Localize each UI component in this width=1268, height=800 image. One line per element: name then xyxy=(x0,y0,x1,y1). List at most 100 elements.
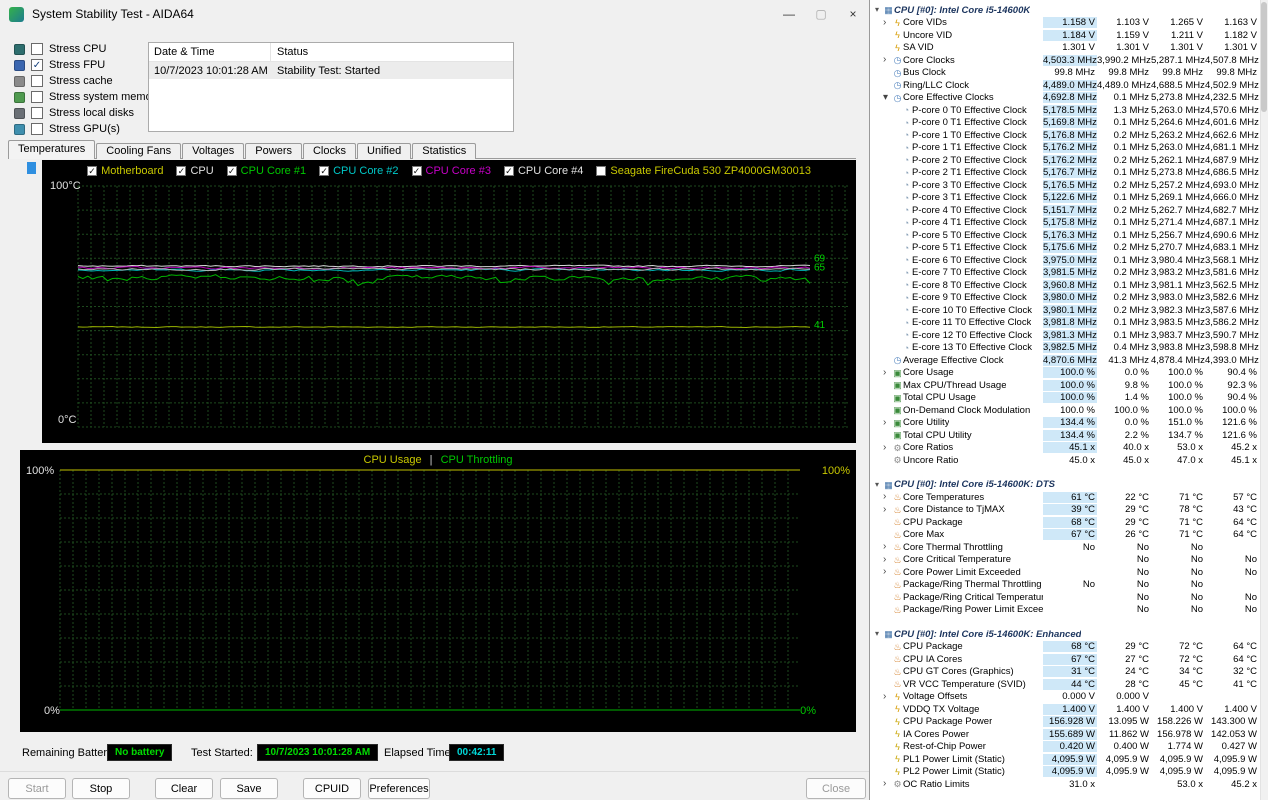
sensor-row[interactable]: ›ϟCore VIDs1.158 V1.103 V1.265 V1.163 V xyxy=(871,17,1268,30)
sensor-row[interactable]: ϟSA VID1.301 V1.301 V1.301 V1.301 V xyxy=(871,42,1268,55)
sensor-row[interactable]: ›♨Core Critical TemperatureNoNoNo xyxy=(871,554,1268,567)
expand-chevron-icon[interactable]: › xyxy=(883,443,892,453)
expand-chevron-icon[interactable]: › xyxy=(883,18,892,28)
tab-voltages[interactable]: Voltages xyxy=(182,143,244,159)
sensor-row[interactable]: ◔E-core 7 T0 Effective Clock3,981.5 MHz0… xyxy=(871,267,1268,280)
sensor-row[interactable]: ◷Ring/LLC Clock4,489.0 MHz4,489.0 MHz4,6… xyxy=(871,79,1268,92)
stress-checkbox[interactable] xyxy=(31,43,43,55)
sensor-row[interactable]: ◔E-core 12 T0 Effective Clock3,981.3 MHz… xyxy=(871,329,1268,342)
maximize-icon[interactable]: ▢ xyxy=(805,2,837,26)
sensor-row[interactable]: ◔P-core 3 T1 Effective Clock5,122.6 MHz0… xyxy=(871,192,1268,205)
legend-checkbox[interactable]: ✓ xyxy=(319,166,329,176)
sensor-row[interactable]: ◔P-core 0 T1 Effective Clock5,169.8 MHz0… xyxy=(871,117,1268,130)
sensor-row[interactable]: ◔P-core 4 T0 Effective Clock5,151.7 MHz0… xyxy=(871,204,1268,217)
expand-chevron-icon[interactable]: › xyxy=(883,418,892,428)
expand-chevron-icon[interactable]: › xyxy=(883,542,892,552)
stress-checkbox[interactable]: ✓ xyxy=(31,59,43,71)
legend-checkbox[interactable] xyxy=(596,166,606,176)
expand-chevron-icon[interactable]: › xyxy=(883,555,892,565)
expand-chevron-icon[interactable]: › xyxy=(883,567,892,577)
sensor-row[interactable]: ›♨Core Thermal ThrottlingNoNoNo xyxy=(871,541,1268,554)
expand-chevron-icon[interactable]: › xyxy=(883,55,892,65)
sensor-row[interactable]: ♨Package/Ring Critical TemperatureNoNoNo xyxy=(871,591,1268,604)
sensor-row[interactable]: ›▣Core Utility134.4 %0.0 %151.0 %121.6 % xyxy=(871,417,1268,430)
sensor-row[interactable]: ◔E-core 6 T0 Effective Clock3,975.0 MHz0… xyxy=(871,254,1268,267)
sensor-row[interactable]: ⚙Uncore Ratio45.0 x45.0 x47.0 x45.1 x xyxy=(871,454,1268,467)
sensor-row[interactable]: ▣Total CPU Utility134.4 %2.2 %134.7 %121… xyxy=(871,429,1268,442)
legend-checkbox[interactable]: ✓ xyxy=(412,166,422,176)
expand-chevron-icon[interactable]: › xyxy=(883,492,892,502)
sensor-row[interactable]: ϟIA Cores Power155.689 W11.862 W156.978 … xyxy=(871,728,1268,741)
close-button[interactable]: Close xyxy=(806,778,866,799)
stress-checkbox[interactable] xyxy=(31,91,43,103)
expand-chevron-icon[interactable]: › xyxy=(883,368,892,378)
stress-checkbox[interactable] xyxy=(31,123,43,135)
tab-clocks[interactable]: Clocks xyxy=(303,143,356,159)
sensor-row[interactable]: ♨CPU IA Cores67 °C27 °C72 °C64 °C xyxy=(871,653,1268,666)
sensor-row[interactable]: ϟVDDQ TX Voltage1.400 V1.400 V1.400 V1.4… xyxy=(871,703,1268,716)
start-button[interactable]: Start xyxy=(8,778,66,799)
sensor-row[interactable]: ϟRest-of-Chip Power0.420 W0.400 W1.774 W… xyxy=(871,741,1268,754)
sensor-row[interactable]: ◔P-core 5 T1 Effective Clock5,175.6 MHz0… xyxy=(871,242,1268,255)
group-chevron-icon[interactable]: ▾ xyxy=(871,628,883,640)
sensor-row[interactable]: ◔E-core 11 T0 Effective Clock3,981.8 MHz… xyxy=(871,317,1268,330)
sensor-row[interactable]: ♨CPU Package68 °C29 °C71 °C64 °C xyxy=(871,516,1268,529)
sensor-row[interactable]: ◔E-core 8 T0 Effective Clock3,960.8 MHz0… xyxy=(871,279,1268,292)
stop-button[interactable]: Stop xyxy=(72,778,130,799)
sensor-row[interactable]: ▣Max CPU/Thread Usage100.0 %9.8 %100.0 %… xyxy=(871,379,1268,392)
stress-option-stress-cache[interactable]: Stress cache xyxy=(14,73,161,89)
sensor-row[interactable]: ◔P-core 0 T0 Effective Clock5,178.5 MHz1… xyxy=(871,104,1268,117)
tab-unified[interactable]: Unified xyxy=(357,143,411,159)
legend-checkbox[interactable]: ✓ xyxy=(227,166,237,176)
expand-chevron-icon[interactable]: › xyxy=(883,692,892,702)
sensor-row[interactable]: ◔P-core 1 T1 Effective Clock5,176.2 MHz0… xyxy=(871,142,1268,155)
stress-option-stress-cpu[interactable]: Stress CPU xyxy=(14,41,161,57)
legend-checkbox[interactable]: ✓ xyxy=(504,166,514,176)
sensor-row[interactable]: ›♨Core Temperatures61 °C22 °C71 °C57 °C xyxy=(871,491,1268,504)
sensor-row[interactable]: ›◷Core Clocks4,503.3 MHz3,990.2 MHz5,287… xyxy=(871,54,1268,67)
expand-chevron-icon[interactable]: › xyxy=(883,779,892,789)
sensor-row[interactable]: ϟPL1 Power Limit (Static)4,095.9 W4,095.… xyxy=(871,753,1268,766)
sensor-row[interactable]: ▾◷Core Effective Clocks4,692.8 MHz0.1 MH… xyxy=(871,92,1268,105)
sensor-row[interactable]: ϟPL2 Power Limit (Static)4,095.9 W4,095.… xyxy=(871,766,1268,779)
sensor-row[interactable]: ▣Total CPU Usage100.0 %1.4 %100.0 %90.4 … xyxy=(871,392,1268,405)
sensor-row[interactable]: ♨VR VCC Temperature (SVID)44 °C28 °C45 °… xyxy=(871,678,1268,691)
sensor-row[interactable]: ◔P-core 4 T1 Effective Clock5,175.8 MHz0… xyxy=(871,217,1268,230)
sensor-row[interactable]: ◔E-core 10 T0 Effective Clock3,980.1 MHz… xyxy=(871,304,1268,317)
sensor-row[interactable]: ♨Package/Ring Power Limit ExceededNoNoNo xyxy=(871,604,1268,617)
sensor-row[interactable]: ◔E-core 13 T0 Effective Clock3,982.5 MHz… xyxy=(871,342,1268,355)
sensor-group-header[interactable]: ▾▦CPU [#0]: Intel Core i5-14600K: DTS xyxy=(871,479,1268,492)
sensor-row[interactable]: ›♨Core Distance to TjMAX39 °C29 °C78 °C4… xyxy=(871,504,1268,517)
sensor-scrollbar[interactable] xyxy=(1260,0,1268,800)
sensor-row[interactable]: ♨Package/Ring Thermal ThrottlingNoNoNo xyxy=(871,579,1268,592)
sensor-row[interactable]: ›▣Core Usage100.0 %0.0 %100.0 %90.4 % xyxy=(871,367,1268,380)
group-chevron-icon[interactable]: ▾ xyxy=(871,4,883,16)
tab-temperatures[interactable]: Temperatures xyxy=(8,140,95,159)
sensor-row[interactable]: ›ϟVoltage Offsets0.000 V0.000 V xyxy=(871,691,1268,704)
tab-powers[interactable]: Powers xyxy=(245,143,302,159)
sensor-row[interactable]: ◷Bus Clock99.8 MHz99.8 MHz99.8 MHz99.8 M… xyxy=(871,67,1268,80)
tab-statistics[interactable]: Statistics xyxy=(412,143,476,159)
sensor-group-header[interactable]: ▾▦CPU [#0]: Intel Core i5-14600K xyxy=(871,4,1268,17)
expand-chevron-icon[interactable]: ▾ xyxy=(883,93,892,103)
sensor-row[interactable]: ›⚙Core Ratios45.1 x40.0 x53.0 x45.2 x xyxy=(871,442,1268,455)
stress-option-stress-local-disks[interactable]: Stress local disks xyxy=(14,105,161,121)
sensor-row[interactable]: ϟUncore VID1.184 V1.159 V1.211 V1.182 V xyxy=(871,29,1268,42)
close-icon[interactable]: × xyxy=(837,2,869,26)
clear-button[interactable]: Clear xyxy=(155,778,213,799)
save-button[interactable]: Save xyxy=(220,778,278,799)
sensor-row[interactable]: ◔P-core 2 T0 Effective Clock5,176.2 MHz0… xyxy=(871,154,1268,167)
sensor-row[interactable]: ›⚙OC Ratio Limits31.0 x53.0 x45.2 x xyxy=(871,778,1268,791)
sensor-row[interactable]: ♨CPU Package68 °C29 °C72 °C64 °C xyxy=(871,641,1268,654)
preferences-button[interactable]: Preferences xyxy=(368,778,430,799)
cpuid-button[interactable]: CPUID xyxy=(303,778,361,799)
log-table-row[interactable]: 10/7/2023 10:01:28 AM Stability Test: St… xyxy=(149,62,513,79)
stress-option-stress-system-memory[interactable]: Stress system memory xyxy=(14,89,161,105)
stress-option-stress-gpu-s[interactable]: Stress GPU(s) xyxy=(14,121,161,137)
sensor-row[interactable]: ◔P-core 3 T0 Effective Clock5,176.5 MHz0… xyxy=(871,179,1268,192)
minimize-icon[interactable]: — xyxy=(773,2,805,26)
sensor-row[interactable]: ◔P-core 5 T0 Effective Clock5,176.3 MHz0… xyxy=(871,229,1268,242)
sensor-row[interactable]: ◷Average Effective Clock4,870.6 MHz41.3 … xyxy=(871,354,1268,367)
expand-chevron-icon[interactable]: › xyxy=(883,505,892,515)
sensor-row[interactable]: ◔E-core 9 T0 Effective Clock3,980.0 MHz0… xyxy=(871,292,1268,305)
